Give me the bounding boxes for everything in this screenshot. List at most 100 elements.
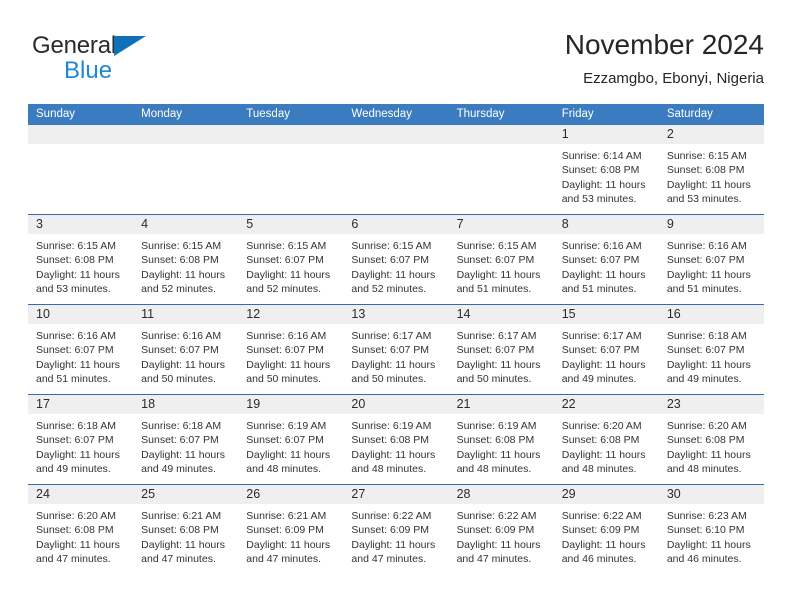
daylight-text-line1: Daylight: 11 hours: [561, 268, 646, 281]
day-number-band: 11: [133, 305, 239, 324]
day-number: 30: [666, 487, 681, 501]
daylight-text-line2: and 53 minutes.: [666, 193, 742, 206]
daylight-text-line2: and 47 minutes.: [141, 553, 216, 566]
daylight-text-line1: Daylight: 11 hours: [36, 268, 120, 281]
daylight-text-line1: Daylight: 11 hours: [246, 358, 331, 371]
day-number: 23: [666, 397, 681, 411]
sunrise-text: Sunrise: 6:15 AM: [36, 240, 116, 252]
day-details: Sunrise: 6:15 AM Sunset: 6:07 PM Daylight:…: [449, 234, 554, 297]
daylight-text-line1: Daylight: 11 hours: [246, 448, 331, 461]
calendar-day-cell[interactable]: 14 Sunrise: 6:17 AM Sunset: 6:07 PM Dayligh…: [448, 305, 554, 394]
day-number-band: 4: [133, 215, 239, 234]
calendar-day-cell[interactable]: 7 Sunrise: 6:15 AM Sunset: 6:07 PM Daylight…: [448, 215, 554, 304]
day-details: Sunrise: 6:18 AM Sunset: 6:07 PM Daylight:…: [659, 324, 764, 387]
sunset-text: Sunset: 6:08 PM: [141, 254, 219, 267]
sunset-text: Sunset: 6:07 PM: [36, 344, 114, 357]
calendar-day-cell[interactable]: 3 Sunrise: 6:15 AM Sunset: 6:08 PM Daylight…: [28, 215, 134, 304]
daylight-text-line1: Daylight: 11 hours: [456, 268, 541, 281]
calendar-day-cell[interactable]: 8 Sunrise: 6:16 AM Sunset: 6:07 PM Daylight…: [553, 215, 659, 304]
calendar-day-cell[interactable]: 30 Sunrise: 6:23 AM Sunset: 6:10 PM Dayligh…: [658, 485, 764, 574]
calendar-day-cell[interactable]: 24 Sunrise: 6:20 AM Sunset: 6:08 PM Dayligh…: [28, 485, 134, 574]
day-number: 16: [666, 307, 681, 321]
daylight-text-line2: and 50 minutes.: [351, 373, 427, 386]
sunrise-text: Sunrise: 6:17 AM: [456, 330, 537, 342]
calendar-day-cell[interactable]: 11 Sunrise: 6:16 AM Sunset: 6:07 PM Dayligh…: [133, 305, 239, 394]
sunrise-text: Sunrise: 6:17 AM: [561, 330, 642, 342]
calendar-day-cell[interactable]: 13 Sunrise: 6:17 AM Sunset: 6:07 PM Dayligh…: [343, 305, 449, 394]
sunrise-text: Sunrise: 6:16 AM: [36, 330, 116, 342]
calendar-day-cell[interactable]: 26 Sunrise: 6:21 AM Sunset: 6:09 PM Dayligh…: [238, 485, 344, 574]
calendar-day-cell[interactable]: 25 Sunrise: 6:21 AM Sunset: 6:08 PM Dayligh…: [133, 485, 239, 574]
sunrise-text: Sunrise: 6:20 AM: [561, 420, 642, 432]
day-number: 18: [141, 397, 156, 411]
sunset-text: Sunset: 6:07 PM: [456, 254, 535, 267]
calendar-day-cell[interactable]: 4 Sunrise: 6:15 AM Sunset: 6:08 PM Daylight…: [133, 215, 239, 304]
calendar-day-cell[interactable]: 28 Sunrise: 6:22 AM Sunset: 6:09 PM Dayligh…: [448, 485, 554, 574]
weekday-header-friday: Friday: [561, 108, 594, 120]
day-details: Sunrise: 6:16 AM Sunset: 6:07 PM Daylight:…: [133, 324, 238, 387]
calendar-day-cell[interactable]: 23 Sunrise: 6:20 AM Sunset: 6:08 PM Dayligh…: [658, 395, 764, 484]
day-details: Sunrise: 6:15 AM Sunset: 6:08 PM Daylight:…: [133, 234, 238, 297]
calendar-day-cell[interactable]: 6 Sunrise: 6:15 AM Sunset: 6:07 PM Daylight…: [343, 215, 449, 304]
day-number-band: 6: [343, 215, 449, 234]
daylight-text-line1: Daylight: 11 hours: [666, 448, 751, 461]
daylight-text-line2: and 50 minutes.: [141, 373, 216, 386]
sunrise-text: Sunrise: 6:16 AM: [141, 330, 222, 342]
daylight-text-line1: Daylight: 11 hours: [351, 268, 436, 281]
day-details: Sunrise: 6:22 AM Sunset: 6:09 PM Daylight:…: [554, 504, 659, 567]
sunset-text: Sunset: 6:07 PM: [246, 434, 324, 447]
day-number-band: [238, 125, 344, 144]
day-number-band: 30: [658, 485, 764, 504]
day-number-band: 15: [553, 305, 659, 324]
day-details: Sunrise: 6:15 AM Sunset: 6:07 PM Daylight:…: [343, 234, 448, 297]
calendar-day-cell[interactable]: 16 Sunrise: 6:18 AM Sunset: 6:07 PM Dayligh…: [658, 305, 764, 394]
sunset-text: Sunset: 6:07 PM: [246, 254, 324, 267]
calendar-day-cell[interactable]: 20 Sunrise: 6:19 AM Sunset: 6:08 PM Dayligh…: [343, 395, 449, 484]
calendar-day-cell[interactable]: 15 Sunrise: 6:17 AM Sunset: 6:07 PM Dayligh…: [553, 305, 659, 394]
daylight-text-line2: and 48 minutes.: [456, 463, 532, 476]
calendar-day-cell[interactable]: 27 Sunrise: 6:22 AM Sunset: 6:09 PM Dayligh…: [343, 485, 449, 574]
sunrise-text: Sunrise: 6:18 AM: [36, 420, 116, 432]
brand-logo[interactable]: General Blue: [32, 32, 212, 90]
day-details: Sunrise: 6:20 AM Sunset: 6:08 PM Daylight:…: [28, 504, 133, 567]
day-number-band: [28, 125, 134, 144]
weekday-header-monday: Monday: [141, 108, 183, 120]
calendar-day-cell[interactable]: 19 Sunrise: 6:19 AM Sunset: 6:07 PM Dayligh…: [238, 395, 344, 484]
day-details: Sunrise: 6:16 AM Sunset: 6:07 PM Daylight:…: [659, 234, 764, 297]
day-number-band: 13: [343, 305, 449, 324]
calendar-day-cell[interactable]: 17 Sunrise: 6:18 AM Sunset: 6:07 PM Dayligh…: [28, 395, 134, 484]
sunset-text: Sunset: 6:07 PM: [351, 344, 430, 357]
day-number-band: 17: [28, 395, 134, 414]
calendar-day-cell[interactable]: 2 Sunrise: 6:15 AM Sunset: 6:08 PM Daylight…: [658, 125, 764, 214]
sunrise-text: Sunrise: 6:15 AM: [351, 240, 432, 252]
calendar-day-cell[interactable]: 21 Sunrise: 6:19 AM Sunset: 6:08 PM Dayligh…: [448, 395, 554, 484]
calendar-day-cell[interactable]: 9 Sunrise: 6:16 AM Sunset: 6:07 PM Daylight…: [658, 215, 764, 304]
day-number: 12: [246, 307, 261, 321]
day-number: 8: [561, 217, 569, 231]
calendar-day-cell[interactable]: 10 Sunrise: 6:16 AM Sunset: 6:07 PM Dayligh…: [28, 305, 134, 394]
calendar-day-cell[interactable]: 18 Sunrise: 6:18 AM Sunset: 6:07 PM Dayligh…: [133, 395, 239, 484]
calendar-day-cell[interactable]: 22 Sunrise: 6:20 AM Sunset: 6:08 PM Dayligh…: [553, 395, 659, 484]
daylight-text-line1: Daylight: 11 hours: [141, 448, 225, 461]
day-number-band: 3: [28, 215, 134, 234]
day-details: Sunrise: 6:16 AM Sunset: 6:07 PM Daylight:…: [554, 234, 659, 297]
sunrise-text: Sunrise: 6:16 AM: [246, 330, 327, 342]
sunset-text: Sunset: 6:09 PM: [561, 524, 640, 537]
sunset-text: Sunset: 6:07 PM: [36, 434, 114, 447]
daylight-text-line1: Daylight: 11 hours: [456, 358, 541, 371]
calendar-day-cell[interactable]: 29 Sunrise: 6:22 AM Sunset: 6:09 PM Dayligh…: [553, 485, 659, 574]
day-number: 10: [36, 307, 50, 321]
day-number-band: 10: [28, 305, 134, 324]
day-number: 28: [456, 487, 471, 501]
calendar-day-cell[interactable]: 1 Sunrise: 6:14 AM Sunset: 6:08 PM Daylight…: [553, 125, 659, 214]
calendar-day-cell[interactable]: 12 Sunrise: 6:16 AM Sunset: 6:07 PM Dayligh…: [238, 305, 344, 394]
calendar-day-cell[interactable]: 5 Sunrise: 6:15 AM Sunset: 6:07 PM Daylight…: [238, 215, 344, 304]
day-number-band: 9: [658, 215, 764, 234]
day-number-band: 1: [553, 125, 659, 144]
day-number: 20: [351, 397, 366, 411]
day-details: Sunrise: 6:20 AM Sunset: 6:08 PM Daylight:…: [659, 414, 764, 477]
weekday-header-tuesday: Tuesday: [246, 108, 290, 120]
calendar-page: General Blue November 2024 Ezzamgbo, Ebo…: [0, 0, 792, 612]
day-number-band: 24: [28, 485, 134, 504]
calendar-cell-empty: [28, 125, 134, 214]
